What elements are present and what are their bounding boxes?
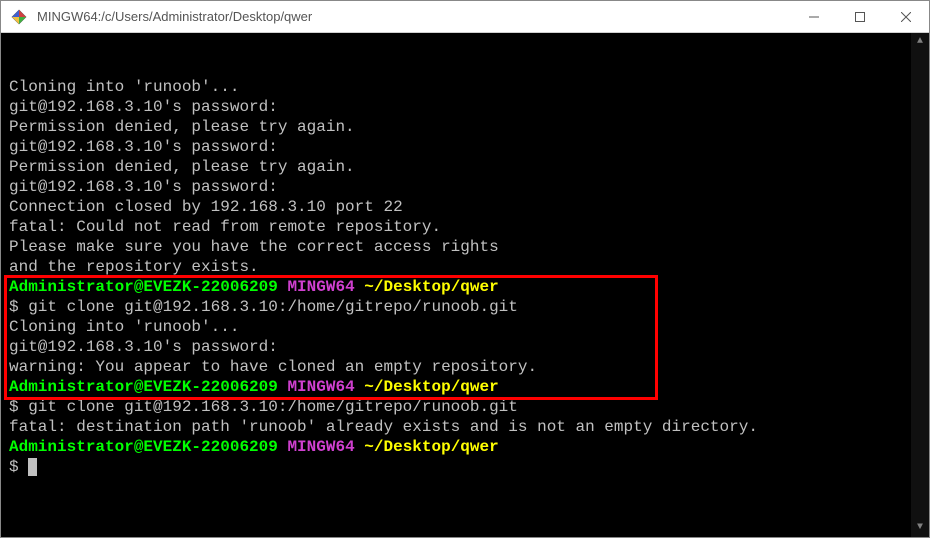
- terminal-line: Permission denied, please try again.: [9, 117, 921, 137]
- prompt-user: Administrator@EVEZK-22006209: [9, 438, 278, 456]
- terminal-line: fatal: destination path 'runoob' already…: [9, 417, 921, 437]
- close-button[interactable]: [883, 1, 929, 33]
- prompt-path: ~/Desktop/qwer: [364, 278, 498, 296]
- terminal-line: Cloning into 'runoob'...: [9, 77, 921, 97]
- terminal-line: fatal: Could not read from remote reposi…: [9, 217, 921, 237]
- prompt-env: MINGW64: [287, 278, 354, 296]
- terminal-line: warning: You appear to have cloned an em…: [9, 357, 921, 377]
- prompt-env: MINGW64: [287, 378, 354, 396]
- cursor: [28, 458, 37, 476]
- titlebar: MINGW64:/c/Users/Administrator/Desktop/q…: [1, 1, 929, 33]
- app-icon: [9, 7, 29, 27]
- prompt-path: ~/Desktop/qwer: [364, 378, 498, 396]
- terminal-line: git@192.168.3.10's password:: [9, 337, 921, 357]
- terminal-line: Connection closed by 192.168.3.10 port 2…: [9, 197, 921, 217]
- terminal-line: Please make sure you have the correct ac…: [9, 237, 921, 257]
- terminal-line: Permission denied, please try again.: [9, 157, 921, 177]
- maximize-button[interactable]: [837, 1, 883, 33]
- window-controls: [791, 1, 929, 33]
- prompt-user: Administrator@EVEZK-22006209: [9, 278, 278, 296]
- scroll-up-icon[interactable]: ▲: [911, 33, 929, 51]
- scrollbar[interactable]: ▲ ▼: [911, 33, 929, 537]
- scroll-down-icon[interactable]: ▼: [911, 519, 929, 537]
- terminal-line: git@192.168.3.10's password:: [9, 137, 921, 157]
- prompt-env: MINGW64: [287, 438, 354, 456]
- prompt-user: Administrator@EVEZK-22006209: [9, 378, 278, 396]
- terminal-line: Cloning into 'runoob'...: [9, 317, 921, 337]
- terminal-line: $: [9, 457, 921, 477]
- terminal-line: git@192.168.3.10's password:: [9, 177, 921, 197]
- terminal-line: Administrator@EVEZK-22006209 MINGW64 ~/D…: [9, 377, 921, 397]
- minimize-button[interactable]: [791, 1, 837, 33]
- terminal-line: $ git clone git@192.168.3.10:/home/gitre…: [9, 397, 921, 417]
- terminal-line: git@192.168.3.10's password:: [9, 97, 921, 117]
- terminal-line: Administrator@EVEZK-22006209 MINGW64 ~/D…: [9, 277, 921, 297]
- terminal-line: Administrator@EVEZK-22006209 MINGW64 ~/D…: [9, 437, 921, 457]
- window-title: MINGW64:/c/Users/Administrator/Desktop/q…: [37, 9, 791, 24]
- terminal-area[interactable]: Cloning into 'runoob'...git@192.168.3.10…: [1, 33, 929, 537]
- terminal-line: $ git clone git@192.168.3.10:/home/gitre…: [9, 297, 921, 317]
- terminal-line: and the repository exists.: [9, 257, 921, 277]
- prompt-path: ~/Desktop/qwer: [364, 438, 498, 456]
